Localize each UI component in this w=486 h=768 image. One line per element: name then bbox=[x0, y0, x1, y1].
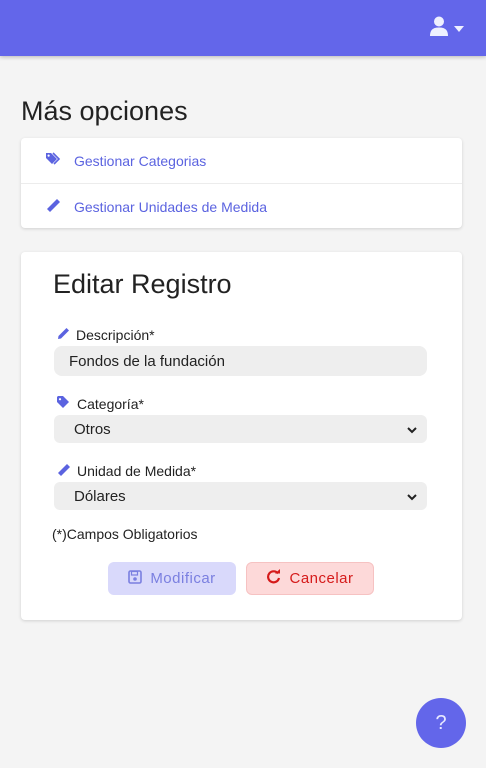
edit-record-card: Editar Registro Descripción* Categoría* … bbox=[21, 252, 462, 620]
ruler-icon bbox=[57, 463, 71, 479]
user-icon bbox=[430, 16, 448, 41]
description-input[interactable] bbox=[54, 346, 427, 376]
caret-down-icon bbox=[454, 19, 464, 37]
category-label-text: Categoría* bbox=[77, 396, 144, 412]
chevron-down-icon bbox=[407, 421, 417, 438]
manage-units-link[interactable]: Gestionar Unidades de Medida bbox=[21, 183, 462, 229]
description-label-text: Descripción* bbox=[76, 327, 155, 343]
modify-button[interactable]: Modificar bbox=[108, 562, 236, 595]
modify-button-label: Modificar bbox=[150, 570, 216, 587]
pencil-icon bbox=[57, 327, 70, 343]
more-options-title: Más opciones bbox=[21, 96, 188, 126]
redo-icon bbox=[266, 569, 281, 588]
category-label: Categoría* bbox=[57, 396, 144, 412]
tags-icon bbox=[46, 152, 74, 169]
tag-icon bbox=[57, 396, 71, 412]
top-navbar bbox=[0, 0, 486, 56]
help-label: ? bbox=[435, 711, 447, 734]
cancel-button-label: Cancelar bbox=[289, 570, 354, 587]
unit-label-text: Unidad de Medida* bbox=[77, 463, 197, 479]
ruler-icon bbox=[46, 198, 74, 215]
category-select[interactable]: Otros bbox=[54, 415, 427, 443]
unit-label: Unidad de Medida* bbox=[57, 463, 196, 479]
description-label: Descripción* bbox=[57, 327, 155, 343]
help-button[interactable]: ? bbox=[416, 698, 466, 748]
unit-select[interactable]: Dólares bbox=[54, 482, 427, 510]
more-options-card: Gestionar Categorias Gestionar Unidades … bbox=[21, 138, 462, 228]
cancel-button[interactable]: Cancelar bbox=[246, 562, 374, 595]
required-fields-note: (*)Campos Obligatorios bbox=[52, 526, 198, 542]
manage-categories-link[interactable]: Gestionar Categorias bbox=[21, 138, 462, 183]
save-icon bbox=[128, 569, 143, 588]
user-menu[interactable] bbox=[430, 16, 464, 40]
manage-categories-label: Gestionar Categorias bbox=[74, 152, 207, 169]
edit-record-title: Editar Registro bbox=[53, 269, 232, 299]
unit-selected-value: Dólares bbox=[74, 487, 126, 505]
chevron-down-icon bbox=[407, 488, 417, 505]
category-selected-value: Otros bbox=[74, 420, 111, 438]
manage-units-label: Gestionar Unidades de Medida bbox=[74, 198, 268, 215]
